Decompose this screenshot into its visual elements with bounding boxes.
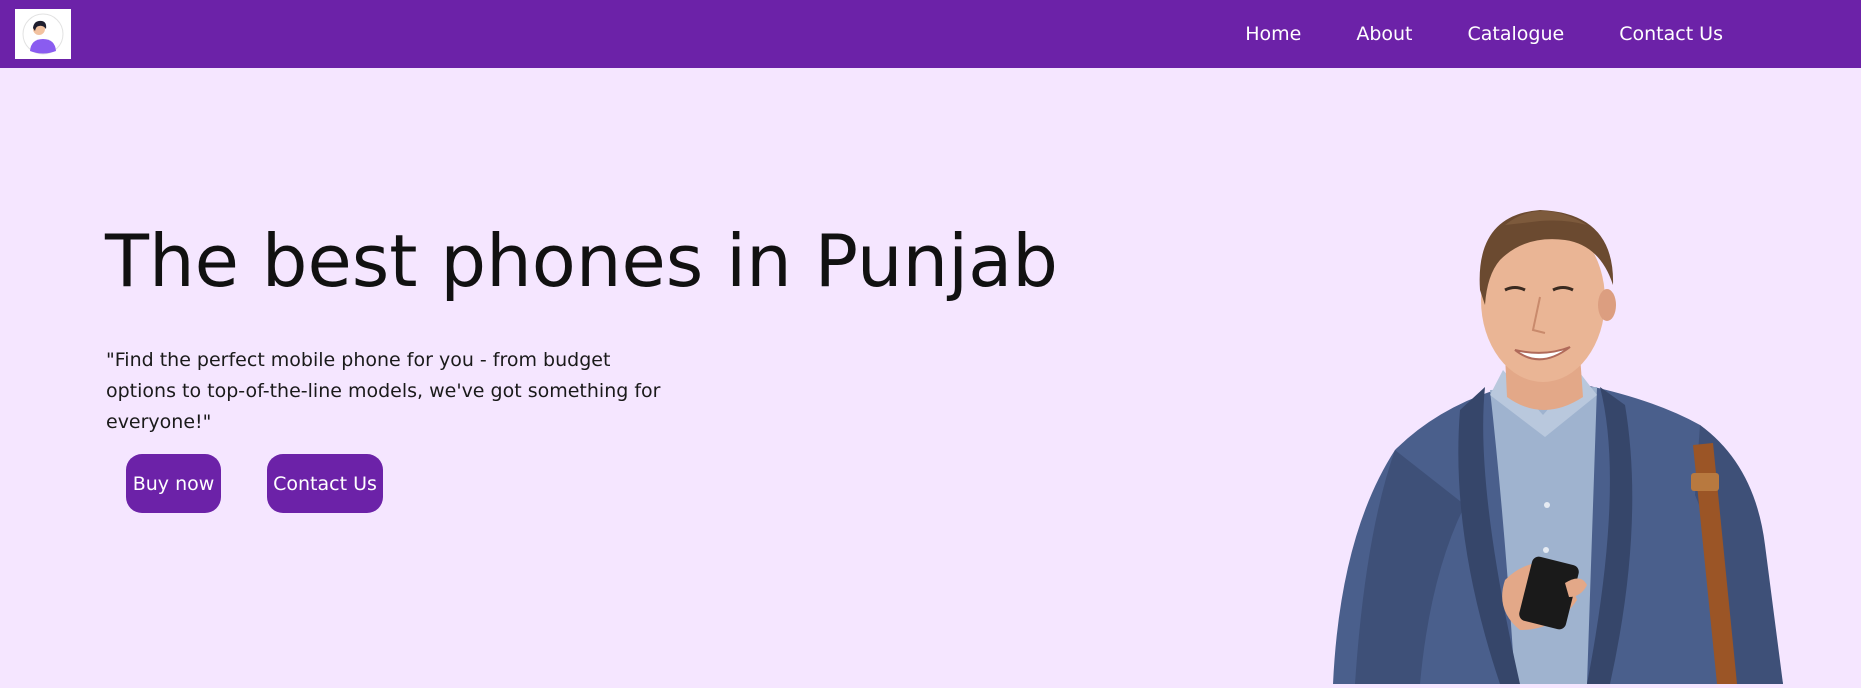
user-avatar-icon	[22, 13, 64, 55]
man-with-phone-photo	[1325, 205, 1805, 684]
nav-link-catalogue[interactable]: Catalogue	[1468, 23, 1565, 45]
nav-link-contact-us[interactable]: Contact Us	[1619, 23, 1723, 45]
hero-subtitle: "Find the perfect mobile phone for you -…	[106, 349, 661, 433]
contact-us-button[interactable]: Contact Us	[267, 454, 383, 513]
nav-links: Home About Catalogue Contact Us	[1245, 0, 1723, 68]
nav-link-about[interactable]: About	[1356, 23, 1412, 45]
nav-link-home[interactable]: Home	[1245, 23, 1301, 45]
buy-now-button[interactable]: Buy now	[126, 454, 221, 513]
navbar: Home About Catalogue Contact Us	[0, 0, 1861, 68]
hero-title: The best phones in Punjab	[105, 219, 1058, 303]
logo[interactable]	[15, 9, 71, 59]
